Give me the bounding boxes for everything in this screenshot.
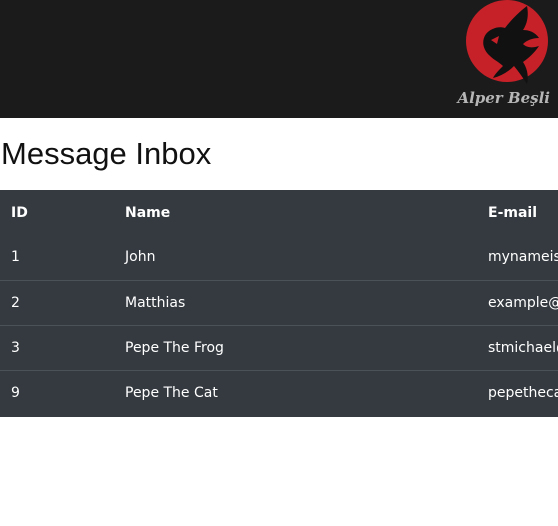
cell-email: mynameisj (488, 249, 558, 266)
cell-name: Pepe The Cat (114, 369, 477, 415)
brand-name: Alper Beşli (457, 89, 550, 107)
table-row[interactable]: 1 John mynameisj (0, 235, 558, 280)
cell-email: example@ (477, 279, 558, 325)
top-banner: Alper Beşli (0, 0, 558, 118)
table-row[interactable]: 2 Matthias example@ (0, 279, 558, 325)
dragon-logo-icon (466, 0, 548, 84)
cell-email: pepetheca (477, 369, 558, 415)
brand-logo[interactable]: Alper Beşli (457, 0, 553, 112)
column-header-email[interactable]: E-mail (477, 190, 558, 235)
cell-name: Matthias (114, 279, 477, 325)
cell-name: John (125, 249, 156, 266)
cell-id: 2 (0, 279, 114, 325)
cell-id: 1 (11, 249, 20, 266)
cell-id: 9 (0, 369, 114, 415)
cell-id: 3 (0, 324, 114, 370)
column-header-name[interactable]: Name (114, 190, 477, 235)
cell-name: Pepe The Frog (114, 324, 477, 370)
page-title: Message Inbox (1, 136, 212, 171)
cell-email: stmichael@ (477, 324, 558, 370)
column-header-id[interactable]: ID (0, 190, 114, 235)
table-row[interactable]: 3 Pepe The Frog stmichael@ (0, 324, 558, 370)
table-header-row: ID Name E-mail (0, 190, 558, 235)
table-row[interactable]: 9 Pepe The Cat pepetheca (0, 369, 558, 415)
messages-table: ID Name E-mail 1 John mynameisj 2 Matthi… (0, 190, 558, 417)
